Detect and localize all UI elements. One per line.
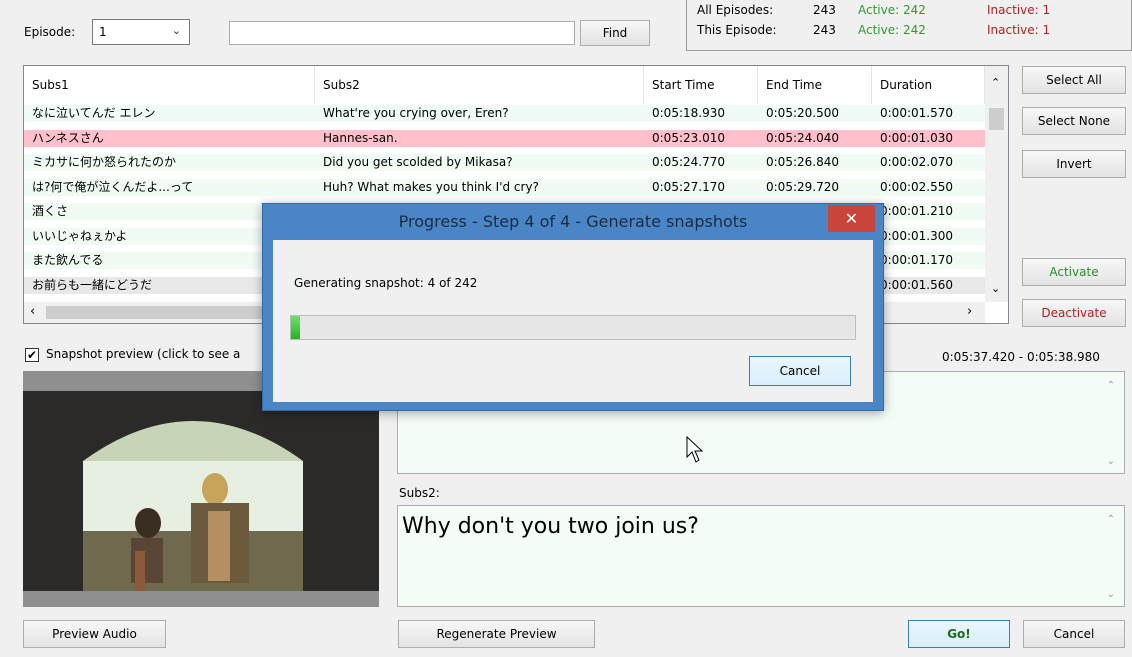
this-episode-active: Active: 242 [858, 23, 926, 37]
table-cell: 0:05:26.840 [766, 155, 839, 169]
table-cell: 0:05:24.040 [766, 130, 839, 145]
scroll-right-icon[interactable]: › [967, 304, 972, 319]
preview-audio-button[interactable]: Preview Audio [23, 620, 166, 648]
episode-select[interactable]: 1 ⌄ [92, 19, 190, 45]
table-cell: は?何で俺が泣くんだよ...って [32, 179, 194, 194]
table-row[interactable]: ミカサに何か怒られたのか Did you get scolded by Mikas… [24, 154, 985, 171]
invert-button[interactable]: Invert [1022, 150, 1126, 178]
subs2-label: Subs2: [399, 486, 440, 500]
chevron-down-icon: ⌄ [171, 24, 181, 37]
this-episode-inactive: Inactive: 1 [987, 23, 1051, 37]
progress-dialog-title: Progress - Step 4 of 4 - Generate snapsh… [398, 212, 748, 231]
table-cell: 0:00:01.570 [880, 106, 953, 120]
scroll-left-icon[interactable]: ‹ [30, 304, 35, 319]
table-cell: 0:00:01.300 [880, 228, 953, 243]
vertical-scroll-thumb[interactable] [989, 108, 1004, 130]
progress-dialog: Progress - Step 4 of 4 - Generate snapsh… [262, 203, 884, 411]
all-episodes-active: Active: 242 [858, 3, 926, 17]
snapshot-preview-checkbox[interactable]: ✔ [25, 348, 39, 362]
snapshot-preview-label: Snapshot preview (click to see a [46, 347, 241, 361]
table-cell: 0:00:02.070 [880, 155, 953, 169]
progress-dialog-body: Generating snapshot: 4 of 242 Cancel [273, 240, 873, 402]
table-cell: 0:05:20.500 [766, 106, 839, 120]
regenerate-preview-button[interactable]: Regenerate Preview [398, 620, 595, 648]
episode-value: 1 [99, 25, 107, 39]
this-episode-label: This Episode: [697, 23, 777, 37]
select-none-button[interactable]: Select None [1022, 107, 1126, 135]
progress-bar-fill [291, 316, 301, 339]
find-button[interactable]: Find [580, 20, 650, 46]
grid-header: Subs1 Subs2 Start Time End Time Duration [24, 66, 985, 104]
all-episodes-count: 243 [813, 3, 836, 17]
cancel-button[interactable]: Cancel [1023, 620, 1125, 648]
table-cell: 0:00:01.030 [880, 130, 953, 145]
find-input[interactable] [229, 21, 575, 45]
table-cell: 0:05:27.170 [652, 179, 725, 194]
subs2-textbox[interactable]: Why don't you two join us? ⌃ ⌄ [397, 505, 1125, 607]
close-icon[interactable]: ✕ [828, 205, 875, 232]
mouse-cursor-icon [686, 436, 704, 463]
table-row[interactable]: は?何で俺が泣くんだよ...って Huh? What makes you thin… [24, 178, 985, 196]
table-cell: 0:00:02.550 [880, 179, 953, 194]
table-cell: 0:05:24.770 [652, 155, 725, 169]
table-row[interactable]: なに泣いてんだ エレン What're you crying over, Eren… [24, 105, 985, 122]
vertical-scrollbar[interactable]: ⌃ ⌄ [985, 66, 1008, 302]
deactivate-button[interactable]: Deactivate [1022, 299, 1126, 327]
column-header-subs2[interactable]: Subs2 [315, 66, 644, 104]
table-row[interactable]: ハンネスさん Hannes-san. 0:05:23.010 0:05:24.040 0… [24, 129, 985, 147]
progress-cancel-button[interactable]: Cancel [749, 356, 851, 386]
table-cell: なに泣いてんだ エレン [32, 106, 156, 120]
column-header-start-time[interactable]: Start Time [644, 66, 758, 104]
table-cell: Huh? What makes you think I'd cry? [323, 179, 539, 194]
table-cell: 0:00:01.210 [880, 204, 953, 218]
scroll-up-icon[interactable]: ⌃ [991, 76, 1000, 89]
scroll-down-icon[interactable]: ⌄ [991, 282, 1000, 295]
scroll-down-icon[interactable]: ⌄ [1107, 456, 1115, 467]
subs2-text: Why don't you two join us? [402, 514, 699, 539]
episode-label: Episode: [24, 25, 76, 39]
column-header-end-time[interactable]: End Time [758, 66, 872, 104]
table-cell: What're you crying over, Eren? [323, 106, 509, 120]
select-all-button[interactable]: Select All [1022, 66, 1126, 94]
this-episode-count: 243 [813, 23, 836, 37]
table-cell: 0:00:01.560 [880, 277, 953, 292]
preview-time-range: 0:05:37.420 - 0:05:38.980 [942, 350, 1100, 364]
table-cell: 0:05:18.930 [652, 106, 725, 120]
stats-panel: All Episodes: 243 Active: 242 Inactive: … [686, 0, 1132, 51]
scroll-down-icon[interactable]: ⌄ [1107, 589, 1115, 600]
all-episodes-inactive: Inactive: 1 [987, 3, 1051, 17]
table-cell: ミカサに何か怒られたのか [32, 155, 177, 169]
activate-button[interactable]: Activate [1022, 258, 1126, 286]
column-header-duration[interactable]: Duration [872, 66, 985, 104]
progress-bar [290, 315, 856, 340]
scroll-up-icon[interactable]: ⌃ [1107, 380, 1115, 391]
table-cell: Hannes-san. [323, 130, 398, 145]
table-cell: ハンネスさん [32, 130, 104, 145]
column-header-subs1[interactable]: Subs1 [24, 66, 315, 104]
go-button[interactable]: Go! [908, 620, 1010, 648]
progress-message: Generating snapshot: 4 of 242 [294, 276, 478, 290]
table-cell: 0:00:01.170 [880, 253, 953, 267]
horizontal-scroll-thumb[interactable] [46, 306, 266, 319]
table-cell: 0:05:23.010 [652, 130, 725, 145]
table-cell: Did you get scolded by Mikasa? [323, 155, 513, 169]
all-episodes-label: All Episodes: [697, 3, 774, 17]
table-cell: 0:05:29.720 [766, 179, 839, 194]
scroll-up-icon[interactable]: ⌃ [1107, 514, 1115, 525]
